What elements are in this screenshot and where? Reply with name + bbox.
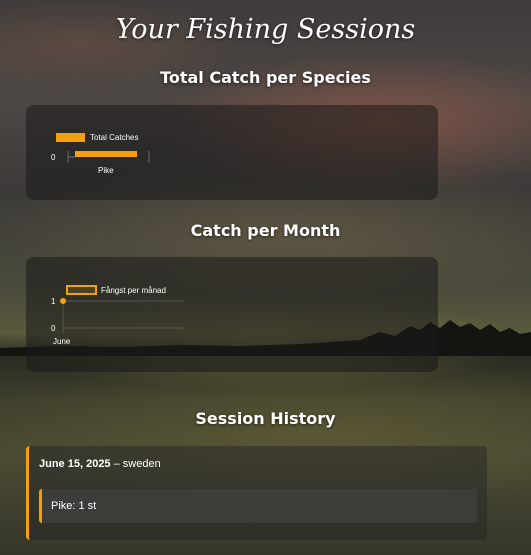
month-y-tick-1: 1 bbox=[51, 297, 56, 306]
session-card[interactable]: June 15, 2025 – sweden Pike: 1 st bbox=[26, 446, 487, 540]
history-title: Session History bbox=[195, 409, 336, 428]
species-chart-card: Total Catches 0 Pike bbox=[26, 105, 438, 200]
month-y-tick-0: 0 bbox=[51, 324, 56, 333]
month-chart-title: Catch per Month bbox=[190, 221, 341, 240]
species-bar-pike bbox=[75, 151, 137, 157]
session-header: June 15, 2025 – sweden bbox=[39, 458, 161, 470]
species-chart-svg bbox=[67, 151, 150, 163]
page-title: Your Fishing Sessions bbox=[115, 14, 416, 45]
catch-item: Pike: 1 st bbox=[39, 489, 477, 523]
species-x-tick-0: 0 bbox=[51, 153, 56, 162]
species-chart-title: Total Catch per Species bbox=[160, 68, 371, 87]
session-location: sweden bbox=[122, 458, 161, 470]
catch-item-text: Pike: 1 st bbox=[51, 500, 97, 512]
month-chart-svg bbox=[60, 298, 184, 333]
species-category-label: Pike bbox=[98, 166, 114, 175]
month-point-june bbox=[60, 298, 66, 304]
session-date: June 15, 2025 bbox=[39, 458, 111, 470]
session-separator: – bbox=[110, 458, 123, 470]
month-category-label: June bbox=[53, 337, 71, 346]
month-chart-card: Fångst per månad 1 0 June bbox=[26, 257, 438, 372]
